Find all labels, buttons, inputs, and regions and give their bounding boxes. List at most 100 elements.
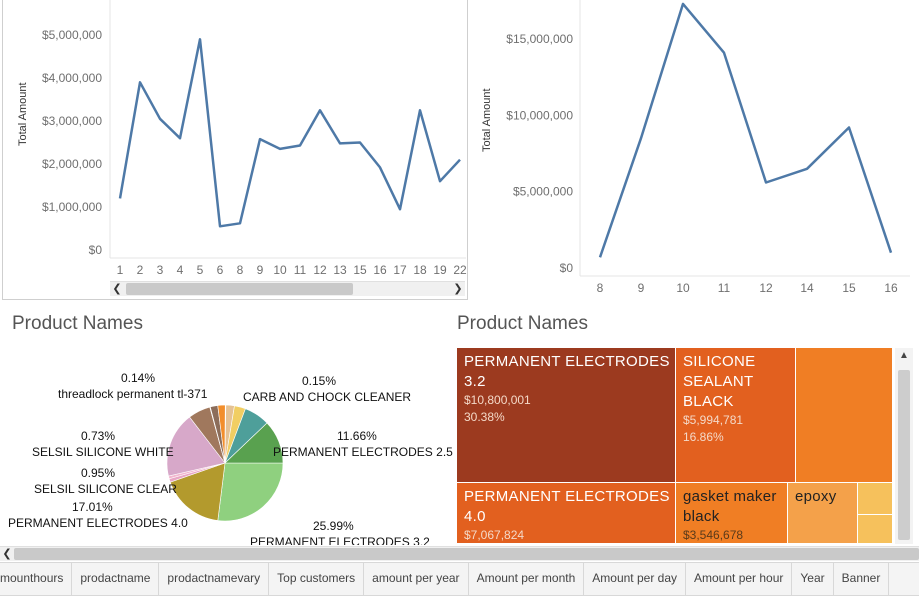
y-tick-label: $4,000,000 bbox=[42, 71, 102, 85]
x-tick-label: 19 bbox=[433, 263, 447, 277]
sheet-tab[interactable]: prodactname bbox=[72, 563, 160, 595]
treemap-tile[interactable] bbox=[796, 348, 893, 483]
sheet-tab[interactable]: mounthours bbox=[0, 563, 73, 595]
pie-label-pct: 0.95% bbox=[81, 466, 116, 480]
treemap-tile-label: gasket maker black bbox=[683, 488, 777, 525]
x-tick-label: 6 bbox=[217, 263, 224, 277]
x-tick-label: 8 bbox=[237, 263, 244, 277]
sheet-tab[interactable]: Banner bbox=[834, 563, 890, 595]
treemap-tile-label: SILICONE SEALANT BLACK bbox=[683, 353, 756, 410]
treemap: PERMANENT ELECTRODES 3.2 $10,800,001 30.… bbox=[457, 348, 893, 544]
pie-label-pct: 0.14% bbox=[121, 371, 156, 385]
treemap-tile-amount: $3,546,678 bbox=[683, 528, 744, 542]
scroll-thumb[interactable] bbox=[898, 370, 910, 540]
pie-slice[interactable] bbox=[217, 462, 284, 522]
x-tick-label: 18 bbox=[413, 263, 427, 277]
treemap-tile-label: PERMANENT ELECTRODES 3.2 bbox=[464, 353, 670, 390]
x-tick-label: 12 bbox=[759, 281, 773, 295]
pie-label-pct: 11.66% bbox=[337, 429, 377, 443]
treemap-tile[interactable] bbox=[858, 483, 893, 515]
scroll-thumb[interactable] bbox=[14, 548, 919, 560]
pie-label-name: SELSIL SILICONE CLEAR bbox=[34, 482, 177, 496]
x-tick-label: 12 bbox=[313, 263, 327, 277]
x-tick-label: 10 bbox=[273, 263, 287, 277]
x-tick-label: 3 bbox=[157, 263, 164, 277]
right-line-chart: Total Amount $0 $5,000,000 $10,000,000 $15,… bbox=[481, 0, 910, 295]
right-yaxis-title: Total Amount bbox=[481, 88, 493, 152]
x-tick-label: 11 bbox=[718, 281, 731, 295]
scroll-thumb[interactable] bbox=[126, 283, 353, 295]
x-tick-label: 17 bbox=[393, 263, 407, 277]
sheet-tab[interactable]: Year bbox=[792, 563, 834, 595]
treemap-tile-label: epoxy bbox=[795, 488, 837, 505]
x-tick-label: 16 bbox=[373, 263, 387, 277]
pie-label-pct: 0.15% bbox=[302, 374, 337, 388]
right-series-line bbox=[598, 2, 893, 258]
pie-title: Product Names bbox=[12, 313, 143, 334]
x-tick-label: 4 bbox=[177, 263, 184, 277]
pie-label-name: threadlock permanent tl-371 bbox=[58, 387, 208, 401]
treemap-tile-percent: 30.38% bbox=[464, 410, 505, 424]
x-tick-label: 1 bbox=[117, 263, 124, 277]
pie-label-name: CARB AND CHOCK CLEANER bbox=[243, 390, 412, 404]
y-tick-label: $5,000,000 bbox=[513, 185, 573, 199]
pie-chart bbox=[166, 404, 284, 522]
left-yaxis-title: Total Amount bbox=[17, 82, 29, 146]
treemap-tile[interactable]: PERMANENT ELECTRODES 4.0 $7,067,824 bbox=[457, 483, 676, 544]
left-chart-scrollbar[interactable]: ❮ ❯ bbox=[110, 281, 465, 296]
treemap-tile[interactable] bbox=[858, 515, 893, 544]
pie-label-pct: 0.73% bbox=[81, 429, 116, 443]
sheet-tab[interactable]: Amount per hour bbox=[686, 563, 793, 595]
x-tick-label: 9 bbox=[257, 263, 264, 277]
scroll-up-icon[interactable]: ▲ bbox=[899, 350, 909, 361]
x-tick-label: 13 bbox=[333, 263, 347, 277]
x-tick-label: 14 bbox=[800, 281, 814, 295]
x-tick-label: 8 bbox=[597, 281, 604, 295]
x-tick-label: 16 bbox=[884, 281, 898, 295]
x-tick-label: 10 bbox=[676, 281, 690, 295]
left-line-chart: Total Amount $0 $1,000,000 $2,000,000 $3,00… bbox=[17, 0, 467, 277]
scroll-left-icon[interactable]: ❮ bbox=[0, 547, 14, 561]
treemap-tile-amount: $7,067,824 bbox=[464, 528, 525, 542]
scroll-right-icon[interactable]: ❯ bbox=[451, 282, 465, 296]
x-tick-label: 22 bbox=[453, 263, 467, 277]
y-tick-label: $5,000,000 bbox=[42, 28, 102, 42]
pie-label-pct: 17.01% bbox=[72, 500, 113, 514]
sheet-tabs: mounthours prodactname prodactnamevary Top … bbox=[0, 562, 919, 596]
pie-label-name: PERMANENT ELECTRODES 4.0 bbox=[8, 516, 188, 530]
pie-label-name: PERMANENT ELECTRODES 2.5 bbox=[273, 445, 453, 459]
scroll-left-icon[interactable]: ❮ bbox=[110, 282, 124, 296]
treemap-tile-percent: 16.86% bbox=[683, 430, 724, 444]
treemap-tile[interactable]: epoxy bbox=[788, 483, 858, 544]
y-tick-label: $1,000,000 bbox=[42, 200, 102, 214]
x-tick-label: 9 bbox=[638, 281, 645, 295]
left-series-line bbox=[118, 38, 461, 228]
treemap-tile[interactable]: SILICONE SEALANT BLACK $5,994,781 16.86% bbox=[676, 348, 796, 483]
sheet-tab[interactable]: Amount per day bbox=[584, 563, 686, 595]
sheet-tab[interactable]: Amount per month bbox=[469, 563, 585, 595]
pie-label-pct: 25.99% bbox=[313, 519, 354, 533]
treemap-title: Product Names bbox=[457, 313, 588, 334]
treemap-tile-amount: $10,800,001 bbox=[464, 393, 531, 407]
x-tick-label: 5 bbox=[197, 263, 204, 277]
y-tick-label: $0 bbox=[560, 261, 574, 275]
x-tick-label: 11 bbox=[294, 263, 307, 277]
y-tick-label: $15,000,000 bbox=[506, 32, 573, 46]
x-tick-label: 2 bbox=[137, 263, 144, 277]
sheet-tab[interactable]: amount per year bbox=[364, 563, 469, 595]
y-tick-label: $10,000,000 bbox=[506, 108, 573, 122]
pie-label-name: SELSIL SILICONE WHITE bbox=[32, 445, 174, 459]
treemap-tile[interactable]: PERMANENT ELECTRODES 3.2 $10,800,001 30.… bbox=[457, 348, 676, 483]
x-tick-label: 15 bbox=[353, 263, 367, 277]
sheet-tab[interactable]: prodactnamevary bbox=[159, 563, 270, 595]
sheet-tab[interactable]: Top customers bbox=[269, 563, 365, 595]
pie-label-name: PERMANENT ELECTRODES 3.2 bbox=[250, 535, 430, 545]
x-tick-label: 15 bbox=[842, 281, 856, 295]
treemap-tile-amount: $5,994,781 bbox=[683, 413, 744, 427]
y-tick-label: $3,000,000 bbox=[42, 114, 102, 128]
y-tick-label: $0 bbox=[89, 243, 103, 257]
treemap-tile[interactable]: gasket maker black $3,546,678 bbox=[676, 483, 788, 544]
sheet-scrollbar[interactable]: ❮ bbox=[0, 546, 919, 561]
treemap-vertical-scrollbar[interactable]: ▲ bbox=[895, 348, 913, 544]
y-tick-label: $2,000,000 bbox=[42, 157, 102, 171]
